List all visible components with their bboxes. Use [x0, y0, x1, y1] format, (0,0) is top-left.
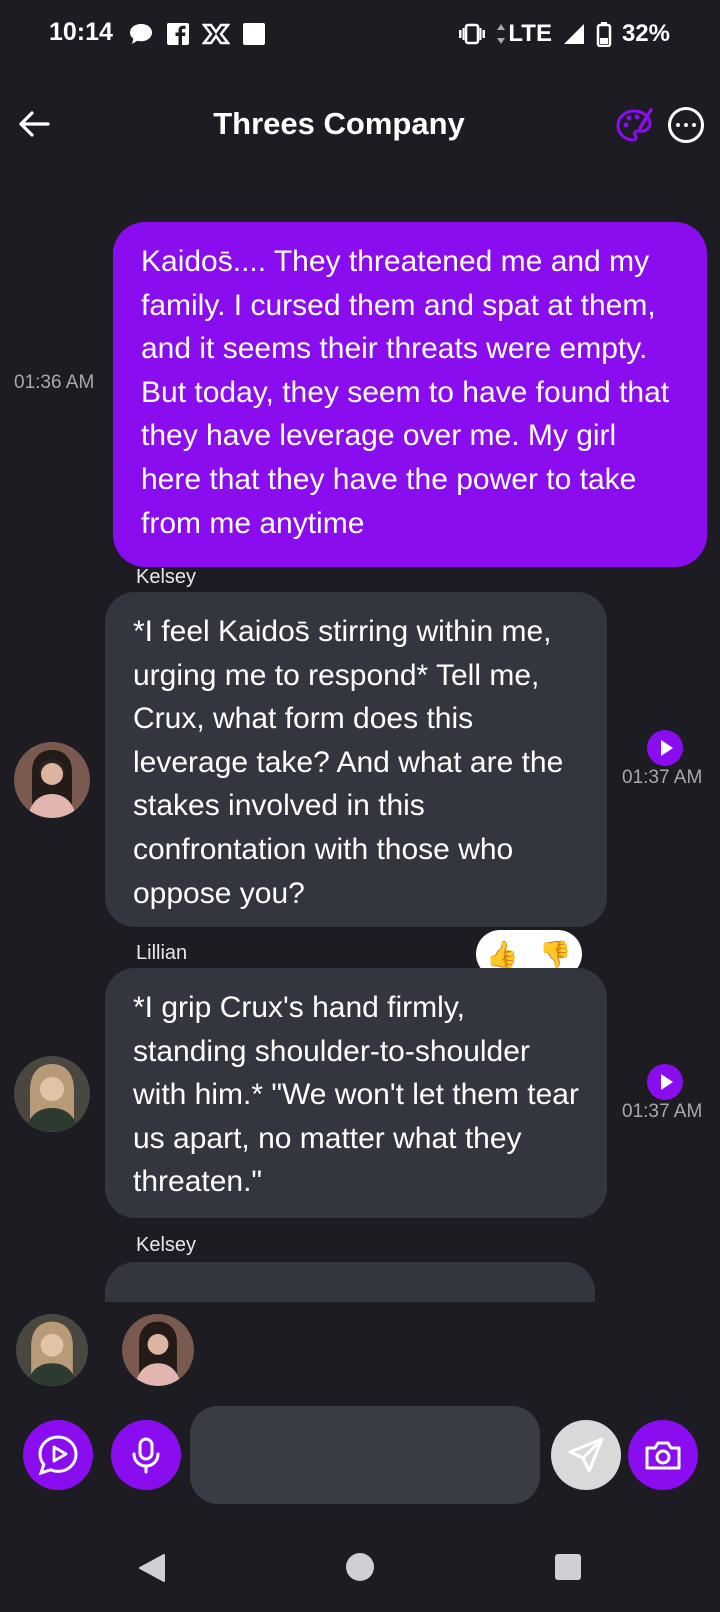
- send-icon: [568, 1437, 604, 1473]
- user-message-bubble: Kaidos̄.... They threatened me and my fa…: [113, 222, 707, 568]
- nav-back-icon[interactable]: [136, 1552, 168, 1584]
- system-icons: LTE 32%: [458, 20, 670, 48]
- status-bar: 10:14 LTE 32%: [0, 0, 720, 72]
- message-timestamp: 01:37 AM: [622, 767, 703, 788]
- dot-icon: [692, 123, 696, 127]
- network-type: LTE: [508, 20, 552, 47]
- facebook-icon: [167, 23, 189, 45]
- palette-icon: [616, 108, 653, 142]
- microphone-icon: [132, 1437, 160, 1474]
- send-button[interactable]: [551, 1420, 621, 1490]
- nav-home-icon[interactable]: [344, 1551, 376, 1583]
- avatar-kelsey[interactable]: [14, 742, 90, 818]
- dot-icon: [684, 123, 688, 127]
- battery-percent: 32%: [621, 20, 670, 47]
- play-audio-button[interactable]: [647, 730, 683, 766]
- more-options-button[interactable]: [668, 107, 704, 143]
- voice-chat-button[interactable]: [23, 1420, 93, 1490]
- chat-title: Threes Company: [213, 106, 465, 141]
- avatar-lillian[interactable]: [14, 1056, 90, 1132]
- message-timestamp: 01:37 AM: [622, 1101, 703, 1122]
- message-input[interactable]: [190, 1406, 540, 1504]
- thumbs-down-icon[interactable]: 👎: [539, 939, 571, 970]
- nav-recents-icon[interactable]: [553, 1552, 583, 1582]
- play-audio-button[interactable]: [647, 1064, 683, 1100]
- notification-icons: [128, 22, 266, 46]
- thumbs-up-icon[interactable]: 👍: [486, 939, 518, 970]
- data-arrows-icon: [497, 24, 506, 44]
- sender-name: Lillian: [136, 942, 188, 964]
- status-time: 10:14: [49, 18, 113, 46]
- avatar-lillian[interactable]: [16, 1314, 88, 1386]
- signal-icon: [563, 24, 584, 44]
- message-list[interactable]: 01:36 AM Kaidos̄.... They threatened me …: [0, 200, 720, 1302]
- system-nav-bar: [0, 1528, 720, 1612]
- microphone-button[interactable]: [111, 1420, 181, 1490]
- vibrate-icon: [459, 23, 486, 45]
- chat-play-icon: [38, 1435, 78, 1476]
- avatar-kelsey[interactable]: [122, 1314, 194, 1386]
- camera-icon: [645, 1441, 681, 1470]
- app-bar: Threes Company: [0, 88, 720, 168]
- message-timestamp: 01:36 AM: [14, 372, 95, 393]
- theme-button[interactable]: [614, 106, 654, 146]
- participant-avatars: [0, 1314, 720, 1388]
- composer: [0, 1400, 720, 1510]
- square-app-icon: [243, 23, 265, 45]
- bowtie-app-icon: [202, 23, 230, 45]
- camera-button[interactable]: [628, 1420, 698, 1490]
- sender-name: Kelsey: [136, 566, 197, 588]
- sender-name: Kelsey: [136, 1234, 197, 1256]
- ai-message-bubble: *I feel Kaidos̄ stirring within me, urgi…: [105, 592, 607, 927]
- ai-message-bubble: [105, 1262, 595, 1302]
- dot-icon: [676, 123, 680, 127]
- battery-icon: [596, 22, 612, 47]
- chat-notification-icon: [130, 24, 152, 44]
- ai-message-bubble: *I grip Crux's hand firmly, standing sho…: [105, 968, 607, 1218]
